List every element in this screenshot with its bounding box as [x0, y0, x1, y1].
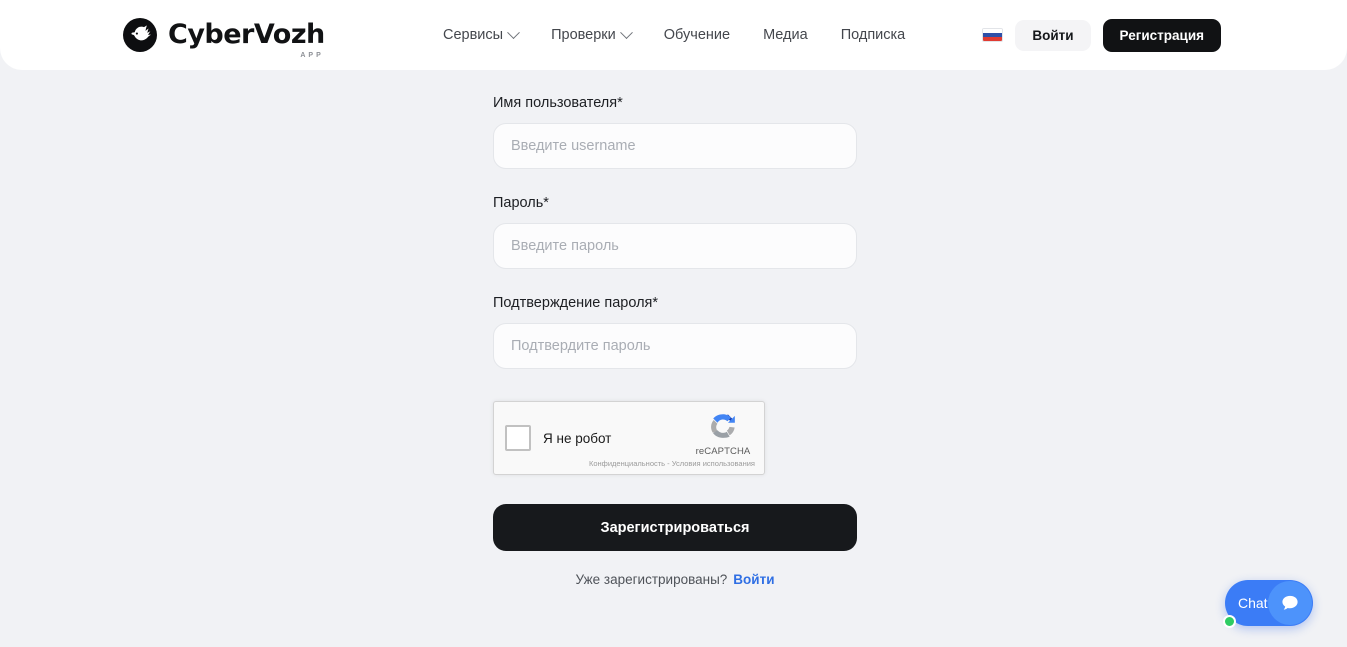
- nav-item-media[interactable]: Медиа: [763, 27, 808, 43]
- login-hint-link[interactable]: Войти: [733, 572, 774, 587]
- chevron-down-icon: [619, 25, 633, 39]
- password-label: Пароль*: [493, 195, 549, 211]
- header-actions: Войти Регистрация: [982, 0, 1221, 70]
- username-label: Имя пользователя*: [493, 95, 623, 111]
- register-button[interactable]: Регистрация: [1102, 18, 1221, 52]
- login-hint: Уже зарегистрированы? Войти: [493, 572, 857, 587]
- speech-bubble-icon: [1268, 581, 1312, 625]
- password-confirm-label: Подтверждение пароля*: [493, 295, 659, 311]
- main-navigation: Сервисы Проверки Обучение Медиа Подписка: [443, 0, 905, 70]
- brand-subtitle: APP: [300, 52, 324, 59]
- password-confirm-input[interactable]: [493, 323, 857, 369]
- eagle-head-icon: [123, 18, 157, 52]
- recaptcha-label: Я не робот: [543, 430, 612, 446]
- nav-item-media-label: Медиа: [763, 27, 808, 43]
- nav-item-education-label: Обучение: [663, 27, 731, 43]
- recaptcha-widget[interactable]: Я не робот reCAPTCHA Конфиденциальность …: [493, 401, 765, 475]
- chat-online-status-dot: [1223, 615, 1236, 628]
- russia-flag-icon[interactable]: [982, 28, 1004, 42]
- register-submit-button[interactable]: Зарегистрироваться: [493, 504, 857, 551]
- username-input[interactable]: [493, 123, 857, 169]
- username-field-group: Имя пользователя*: [493, 95, 857, 169]
- password-input[interactable]: [493, 223, 857, 269]
- nav-item-services[interactable]: Сервисы: [443, 25, 520, 43]
- password-confirm-field-group: Подтверждение пароля*: [493, 295, 857, 369]
- nav-item-checks-label: Проверки: [551, 27, 616, 43]
- chat-widget-label: Chat: [1238, 595, 1268, 611]
- login-button[interactable]: Войти: [1015, 19, 1091, 51]
- login-hint-text: Уже зарегистрированы?: [575, 572, 728, 587]
- site-header: CyberVozh APP Сервисы Проверки Обучение …: [0, 0, 1347, 70]
- recaptcha-icon: [692, 411, 754, 441]
- chat-widget[interactable]: Chat: [1223, 580, 1313, 628]
- nav-item-subscription-label: Подписка: [840, 27, 906, 43]
- chevron-down-icon: [507, 25, 520, 39]
- password-field-group: Пароль*: [493, 195, 857, 269]
- recaptcha-branding: reCAPTCHA: [692, 411, 754, 459]
- nav-item-subscription[interactable]: Подписка: [841, 27, 906, 43]
- nav-item-checks[interactable]: Проверки: [551, 25, 633, 43]
- nav-item-education[interactable]: Обучение: [664, 27, 730, 43]
- brand-logo[interactable]: CyberVozh APP: [123, 18, 325, 59]
- recaptcha-checkbox[interactable]: [505, 425, 531, 451]
- nav-item-services-label: Сервисы: [443, 27, 504, 43]
- registration-form: Имя пользователя* Пароль* Подтверждение …: [493, 95, 857, 587]
- brand-name: CyberVozh: [168, 19, 325, 50]
- recaptcha-terms[interactable]: Конфиденциальность - Условия использован…: [589, 459, 755, 468]
- recaptcha-brand-text: reCAPTCHA: [695, 446, 751, 457]
